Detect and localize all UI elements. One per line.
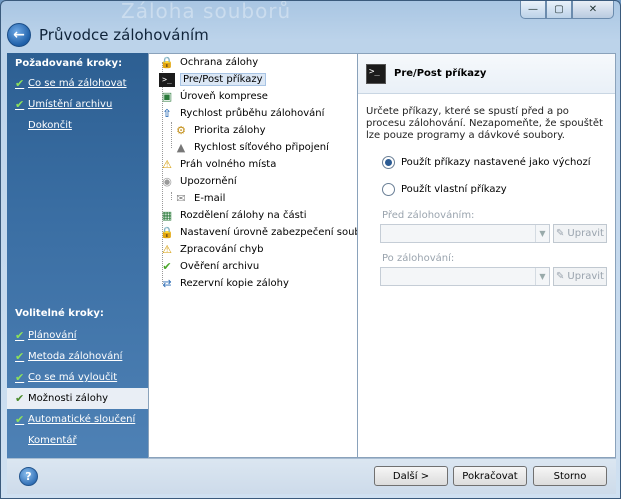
step-exclusions[interactable]: ✔ Co se má vyloučit <box>7 367 148 388</box>
error-handling-icon: ⚠ <box>162 243 172 256</box>
tree-item-notifications[interactable]: ◉ Upozornění <box>159 173 237 190</box>
tree-item-file-security[interactable]: 🔒 Nastavení úrovně zabezpečení souborů <box>159 224 377 241</box>
checkmark-icon: ✔ <box>15 329 25 342</box>
tree-item-email[interactable]: ✉ E-mail <box>173 190 225 207</box>
tree-item-compression-level[interactable]: ▣ Úroveň komprese <box>159 88 268 105</box>
chevron-down-icon: ▼ <box>535 225 549 242</box>
tree-item-archive-verification[interactable]: ✔ Ověření archivu <box>159 258 259 275</box>
detail-header: >_ Pre/Post příkazy <box>358 54 615 94</box>
close-button[interactable]: ✕ <box>572 1 614 19</box>
radio-use-default-commands[interactable]: Použít příkazy nastavené jako výchozí <box>382 156 615 169</box>
wizard-window: Záloha souborů — ▢ ✕ ← Průvodce zálohová… <box>0 0 621 499</box>
steps-sidebar: Požadované kroky: ✔ Co se má zálohovat ✔ U… <box>7 53 148 458</box>
tree-item-backup-priority[interactable]: ⚙ Priorita zálohy <box>173 122 265 139</box>
verify-check-icon: ✔ <box>162 260 172 273</box>
edit-before-command-button[interactable]: ✎ Upravit <box>553 224 607 243</box>
checkmark-icon: ✔ <box>15 350 25 363</box>
checkmark-icon: ✔ <box>15 392 25 405</box>
window-controls: — ▢ ✕ <box>520 1 614 19</box>
continue-button[interactable]: Pokračovat <box>453 466 527 486</box>
split-icon: ▦ <box>161 209 173 222</box>
compression-icon: ▣ <box>161 90 173 103</box>
help-icon[interactable]: ? <box>19 467 38 486</box>
next-button[interactable]: Další > <box>374 466 448 486</box>
security-lock-icon: 🔒 <box>160 226 174 239</box>
detail-title: Pre/Post příkazy <box>394 68 487 79</box>
wizard-header: ← Průvodce zálohováním <box>1 19 620 51</box>
option-detail-panel: >_ Pre/Post příkazy Určete příkazy, kter… <box>357 53 616 458</box>
radio-button[interactable] <box>382 156 395 169</box>
chevron-down-icon: ▼ <box>535 268 549 285</box>
step-scheduling[interactable]: ✔ Plánování <box>7 325 148 346</box>
speed-arrow-icon: ⇧ <box>162 107 172 120</box>
tree-item-reserve-copy[interactable]: ⇄ Rezervní kopie zálohy <box>159 275 289 292</box>
network-icon: ▲ <box>176 141 186 154</box>
pencil-icon: ✎ <box>556 228 565 239</box>
checkmark-icon: ✔ <box>15 77 25 90</box>
warning-icon: ⚠ <box>162 158 172 171</box>
tree-item-backup-splitting[interactable]: ▦ Rozdělení zálohy na části <box>159 207 307 224</box>
after-backup-label: Po zálohování: <box>382 253 455 264</box>
back-arrow-icon[interactable]: ← <box>7 23 31 47</box>
step-backup-method[interactable]: ✔ Metoda zálohování <box>7 346 148 367</box>
command-prompt-icon: >_ <box>159 72 175 87</box>
email-icon: ✉ <box>176 192 186 205</box>
checkmark-icon: ✔ <box>15 98 25 111</box>
checkmark-icon: ✔ <box>15 413 25 426</box>
required-steps-title: Požadované kroky: <box>15 58 123 69</box>
tree-item-backup-speed[interactable]: ⇧ Rychlost průběhu zálohování <box>159 105 324 122</box>
step-finish[interactable]: Dokončit <box>7 115 148 136</box>
step-archive-location[interactable]: ✔ Umístění archivu <box>7 94 148 115</box>
lock-icon: 🔒 <box>160 56 174 69</box>
cancel-button[interactable]: Storno <box>533 466 607 486</box>
checkmark-icon: ✔ <box>15 371 25 384</box>
before-backup-command-select[interactable]: ▼ <box>380 224 550 243</box>
tree-item-network-speed[interactable]: ▲ Rychlost síťového připojení <box>173 139 329 156</box>
tree-item-backup-protection[interactable]: 🔒 Ochrana zálohy <box>159 54 258 71</box>
step-automatic-consolidation[interactable]: ✔ Automatické sloučení <box>7 409 148 430</box>
after-backup-command-select[interactable]: ▼ <box>380 267 550 286</box>
step-what-to-backup[interactable]: ✔ Co se má zálohovat <box>7 73 148 94</box>
notification-icon: ◉ <box>162 175 172 188</box>
tree-item-free-space-threshold[interactable]: ⚠ Práh volného místa <box>159 156 276 173</box>
edit-after-command-button[interactable]: ✎ Upravit <box>553 267 607 286</box>
maximize-button[interactable]: ▢ <box>546 1 572 19</box>
step-backup-options[interactable]: ✔ Možnosti zálohy <box>7 388 148 409</box>
radio-use-custom-commands[interactable]: Použít vlastní příkazy <box>382 183 615 196</box>
optional-steps-title: Volitelné kroky: <box>15 308 104 319</box>
command-prompt-icon: >_ <box>366 63 386 84</box>
pencil-icon: ✎ <box>556 271 565 282</box>
options-tree: 🔒 Ochrana zálohy >_ Pre/Post příkazy ▣ Ú… <box>148 53 377 458</box>
wizard-footer: ? Další > Pokračovat Storno <box>7 458 616 494</box>
wizard-title: Průvodce zálohováním <box>39 26 209 44</box>
minimize-button[interactable]: — <box>520 1 546 19</box>
priority-icon: ⚙ <box>176 124 186 137</box>
radio-button[interactable] <box>382 183 395 196</box>
step-comment[interactable]: Komentář <box>7 430 148 451</box>
tree-item-error-handling[interactable]: ⚠ Zpracování chyb <box>159 241 263 258</box>
before-backup-label: Před zálohováním: <box>382 210 475 221</box>
tree-item-pre-post-commands[interactable]: >_ Pre/Post příkazy <box>159 71 266 88</box>
detail-description: Určete příkazy, které se spustí před a p… <box>366 106 603 141</box>
reserve-copy-icon: ⇄ <box>162 277 172 290</box>
